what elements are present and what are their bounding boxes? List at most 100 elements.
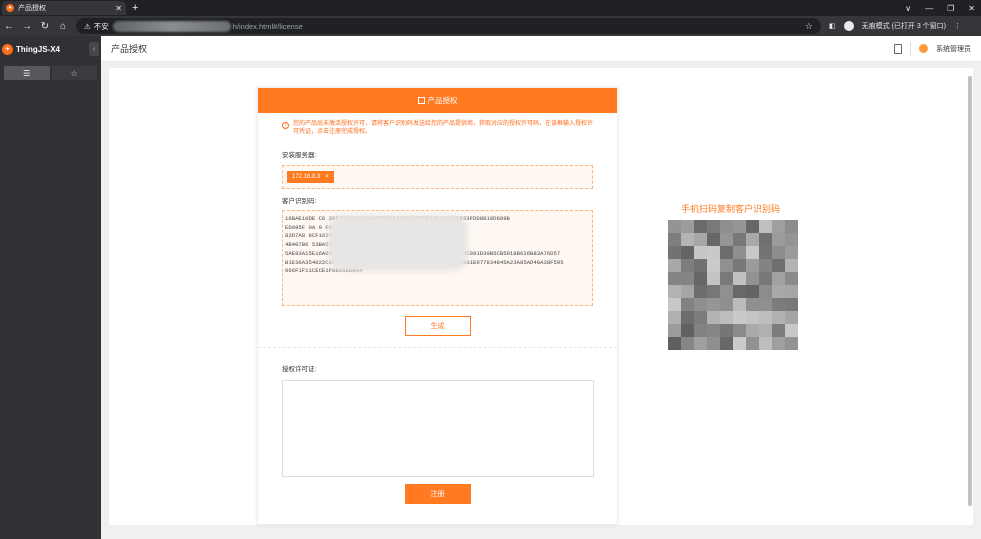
profile-label[interactable]: 无痕模式 (已打开 3 个窗口) — [862, 21, 946, 31]
back-icon[interactable]: ← — [4, 21, 14, 32]
qr-mosaic-cell — [759, 285, 772, 298]
page-title: 产品授权 — [111, 44, 148, 54]
qr-mosaic-cell — [759, 246, 772, 259]
new-tab-button[interactable]: + — [132, 2, 138, 14]
qr-mosaic-cell — [772, 259, 785, 272]
qr-mosaic-cell — [668, 298, 681, 311]
incognito-icon — [843, 21, 854, 31]
qr-mosaic-cell — [746, 324, 759, 337]
menu-icon[interactable]: ⋮ — [954, 22, 961, 30]
qr-mosaic-cell — [785, 298, 798, 311]
qr-mosaic-cell — [668, 246, 681, 259]
qr-mosaic-cell — [707, 285, 720, 298]
register-button[interactable]: 注册 — [404, 484, 471, 504]
window-controls: ∨ — ❐ ✕ — [905, 0, 975, 16]
minimize-button[interactable]: — — [925, 4, 933, 13]
qr-mosaic-cell — [772, 272, 785, 285]
qr-mosaic-cell — [759, 298, 772, 311]
qr-mosaic-cell — [668, 324, 681, 337]
license-label: 授权许可证: — [282, 366, 317, 373]
qr-mosaic-cell — [707, 337, 720, 350]
qr-mosaic-cell — [694, 272, 707, 285]
bookmark-star-icon[interactable]: ☆ — [805, 21, 813, 32]
qr-mosaic-cell — [694, 259, 707, 272]
qr-mosaic-cell — [733, 246, 746, 259]
reload-icon[interactable]: ↻ — [40, 21, 50, 32]
app-header: 产品授权 系统管理员 — [101, 36, 981, 62]
qr-mosaic-cell — [785, 337, 798, 350]
forward-icon[interactable]: → — [22, 21, 32, 32]
qr-mosaic-cell — [733, 324, 746, 337]
user-avatar-icon[interactable] — [919, 44, 928, 53]
qr-mosaic-cell — [720, 337, 733, 350]
qr-mosaic-cell — [694, 324, 707, 337]
qr-mosaic-cell — [694, 298, 707, 311]
brand-name: ThingJS-X4 — [16, 44, 61, 54]
tab-favorites[interactable]: ☆ — [51, 66, 97, 80]
license-textarea[interactable] — [282, 380, 594, 477]
qr-mosaic-cell — [785, 311, 798, 324]
collapse-sidebar-button[interactable]: ‹ — [89, 42, 99, 56]
info-icon: ! — [282, 122, 289, 129]
server-chip: 172.16.8.3 × — [287, 171, 334, 183]
qr-mosaic-cell — [733, 259, 746, 272]
qr-mosaic-cell — [694, 311, 707, 324]
qr-mosaic-cell — [772, 246, 785, 259]
tab-menu-list[interactable]: ☰ — [4, 66, 50, 80]
qr-mosaic-cell — [785, 233, 798, 246]
qr-mosaic-cell — [668, 233, 681, 246]
redacted-url — [112, 20, 231, 32]
qr-mosaic-cell — [668, 272, 681, 285]
close-window-button[interactable]: ✕ — [968, 4, 975, 13]
qr-mosaic-cell — [681, 220, 694, 233]
qr-mosaic-cell — [681, 233, 694, 246]
qr-mosaic-cell — [707, 246, 720, 259]
tab-search-icon[interactable]: ∨ — [905, 4, 911, 13]
qr-mosaic-cell — [681, 259, 694, 272]
qr-mosaic-cell — [759, 233, 772, 246]
url-input[interactable]: ⚠ 不安 h/index.html#/license ☆ — [76, 18, 821, 34]
qr-mosaic-cell — [746, 285, 759, 298]
tab-close-icon[interactable]: ✕ — [115, 4, 122, 13]
qr-mosaic-cell — [681, 324, 694, 337]
qr-mosaic-cell — [772, 311, 785, 324]
qr-mosaic-cell — [772, 324, 785, 337]
qr-mosaic-cell — [746, 246, 759, 259]
brand: ☀ ThingJS-X4 ‹ — [0, 36, 101, 62]
scrollbar[interactable] — [968, 76, 972, 506]
license-icon — [417, 97, 425, 104]
qr-mosaic-cell — [785, 324, 798, 337]
qr-mosaic-cell — [733, 311, 746, 324]
remove-server-icon[interactable]: × — [325, 174, 329, 180]
server-select[interactable]: 172.16.8.3 × — [282, 165, 593, 189]
document-icon[interactable] — [894, 43, 902, 54]
qr-mosaic-cell — [668, 337, 681, 350]
qr-mosaic-cell — [681, 246, 694, 259]
tab-title: 产品授权 — [18, 5, 46, 12]
qr-mosaic-cell — [785, 246, 798, 259]
qr-mosaic-cell — [681, 285, 694, 298]
user-name[interactable]: 系统管理员 — [936, 44, 971, 54]
qr-mosaic-cell — [681, 298, 694, 311]
qr-mosaic-cell — [707, 259, 720, 272]
address-bar: ← → ↻ ⌂ ⚠ 不安 h/index.html#/license ☆ ◧ 无… — [0, 16, 981, 36]
qr-mosaic-cell — [746, 233, 759, 246]
qr-mosaic-cell — [772, 220, 785, 233]
side-panel-icon[interactable]: ◧ — [829, 22, 836, 30]
qr-mosaic-cell — [707, 233, 720, 246]
qr-mosaic-cell — [759, 220, 772, 233]
sidebar: ☀ ThingJS-X4 ‹ ☰ ☆ — [0, 36, 101, 539]
qr-mosaic-cell — [785, 272, 798, 285]
qr-mosaic-cell — [707, 220, 720, 233]
restore-button[interactable]: ❐ — [947, 4, 954, 13]
browser-tab[interactable]: ● 产品授权 ✕ — [2, 1, 126, 15]
main-content: 产品授权 ! 您的产品尚未激活授权许可，请将客户识别码发送给您的产品提供商，获取… — [101, 62, 981, 539]
qr-title: 手机扫码复制客户识别码 — [681, 204, 781, 214]
generate-button[interactable]: 生成 — [404, 316, 471, 336]
qr-mosaic-cell — [746, 259, 759, 272]
qr-mosaic-cell — [668, 220, 681, 233]
qr-mosaic-cell — [694, 246, 707, 259]
notice-text: 您的产品尚未激活授权许可，请将客户识别码发送给您的产品提供商，获取对应的授权许可… — [293, 121, 594, 135]
home-icon[interactable]: ⌂ — [58, 21, 68, 32]
license-notice: ! 您的产品尚未激活授权许可，请将客户识别码发送给您的产品提供商，获取对应的授权… — [258, 113, 617, 136]
